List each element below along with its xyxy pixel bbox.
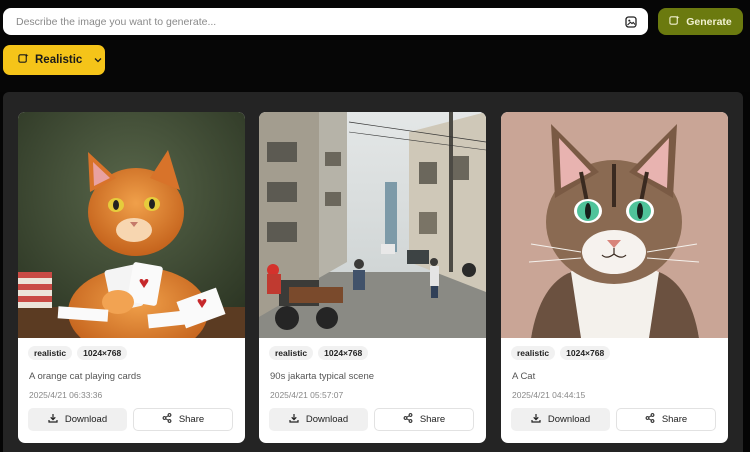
- image-caption: A orange cat playing cards: [29, 371, 141, 382]
- tag-size: 1024×768: [560, 346, 611, 360]
- top-bar: Describe the image you want to generate.…: [0, 0, 750, 92]
- download-icon: [289, 413, 299, 426]
- tag-style: realistic: [511, 346, 556, 360]
- generate-label: Generate: [686, 15, 732, 28]
- tag-style: realistic: [269, 346, 314, 360]
- generated-image-orange-cat[interactable]: [18, 112, 245, 338]
- image-timestamp: 2025/4/21 06:33:36: [29, 390, 103, 400]
- image-card: realistic 1024×768 90s jakarta typical s…: [259, 112, 486, 443]
- tag-list: realistic 1024×768: [511, 346, 611, 360]
- image-card: realistic 1024×768 A Cat 2025/4/21 04:44…: [501, 112, 728, 443]
- generate-button[interactable]: Generate: [658, 8, 743, 35]
- image-timestamp: 2025/4/21 05:57:07: [270, 390, 344, 400]
- generated-image-tabby-cat[interactable]: [501, 112, 728, 338]
- image-card: realistic 1024×768 A orange cat playing …: [18, 112, 245, 443]
- chevron-down-icon: [94, 57, 102, 63]
- share-button[interactable]: Share: [133, 408, 233, 431]
- image-caption: 90s jakarta typical scene: [270, 371, 375, 382]
- generated-image-jakarta-street[interactable]: [259, 112, 486, 338]
- download-button[interactable]: Download: [269, 408, 368, 431]
- image-timestamp: 2025/4/21 04:44:15: [512, 390, 586, 400]
- tag-style: realistic: [28, 346, 73, 360]
- download-icon: [48, 413, 58, 426]
- share-label: Share: [661, 414, 688, 425]
- prompt-placeholder: Describe the image you want to generate.…: [16, 15, 217, 28]
- share-icon: [403, 413, 413, 426]
- share-button[interactable]: Share: [616, 408, 716, 431]
- share-button[interactable]: Share: [374, 408, 474, 431]
- image-upload-icon[interactable]: [624, 15, 638, 29]
- share-icon: [645, 413, 655, 426]
- download-button[interactable]: Download: [511, 408, 610, 431]
- prompt-input[interactable]: Describe the image you want to generate.…: [3, 8, 648, 35]
- share-icon: [162, 413, 172, 426]
- tag-size: 1024×768: [77, 346, 128, 360]
- style-dropdown[interactable]: Realistic: [3, 45, 105, 75]
- style-icon: [18, 53, 29, 67]
- tag-size: 1024×768: [318, 346, 369, 360]
- image-gallery: realistic 1024×768 A orange cat playing …: [3, 92, 743, 452]
- tag-list: realistic 1024×768: [28, 346, 128, 360]
- download-label: Download: [305, 414, 349, 425]
- tag-list: realistic 1024×768: [269, 346, 369, 360]
- sparkle-image-icon: [669, 14, 680, 29]
- download-button[interactable]: Download: [28, 408, 127, 431]
- share-label: Share: [178, 414, 205, 425]
- download-label: Download: [64, 414, 108, 425]
- style-label: Realistic: [35, 54, 83, 66]
- download-label: Download: [547, 414, 591, 425]
- share-label: Share: [419, 414, 446, 425]
- download-icon: [531, 413, 541, 426]
- image-caption: A Cat: [512, 371, 536, 382]
